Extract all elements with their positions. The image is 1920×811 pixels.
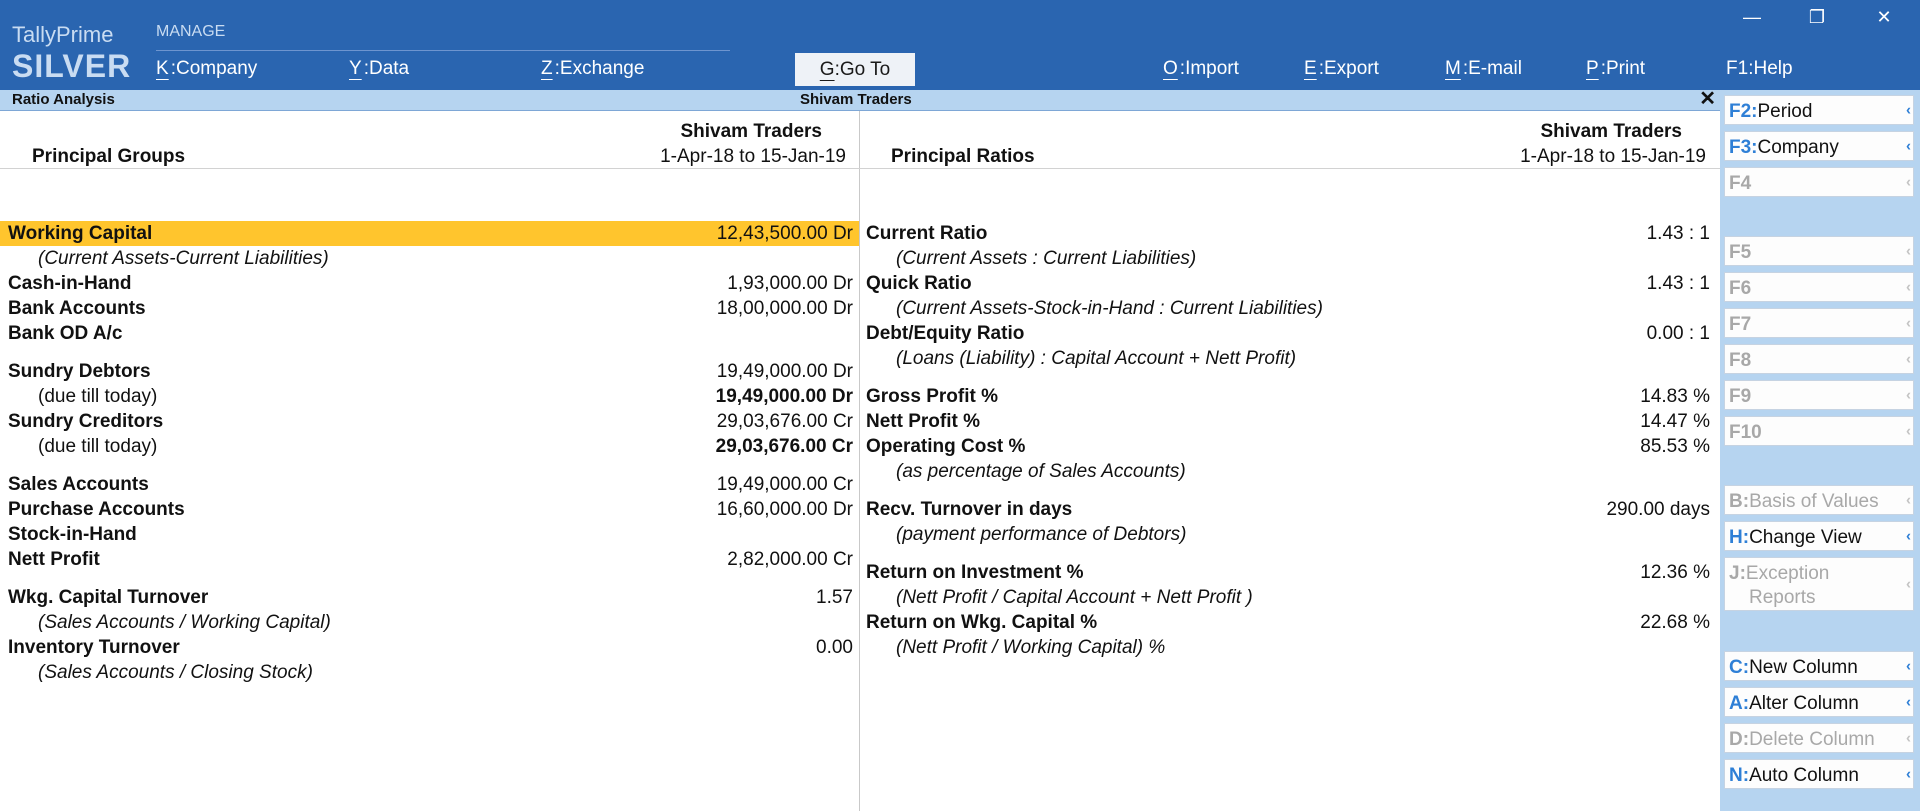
f8-button[interactable]: F8 ‹ [1724, 344, 1914, 374]
chevron-left-icon: ‹ [1906, 657, 1911, 675]
chevron-left-icon: ‹ [1906, 350, 1911, 368]
f6-button[interactable]: F6 ‹ [1724, 272, 1914, 302]
f7-button[interactable]: F7 ‹ [1724, 308, 1914, 338]
left-period: 1-Apr-18 to 15-Jan-19 [660, 146, 846, 167]
row-working-capital-formula: (Current Assets-Current Liabilities) [38, 248, 329, 269]
f3-company-button[interactable]: F3:Company ‹ [1724, 131, 1914, 161]
basis-of-values-button[interactable]: B:Basis of Values ‹ [1724, 485, 1914, 515]
row-current-ratio[interactable]: Current Ratio 1.43 : 1 [858, 221, 1716, 246]
left-company-name: Shivam Traders [680, 121, 822, 142]
row-purchase-accounts[interactable]: Purchase Accounts 16,60,000.00 Dr [0, 497, 859, 522]
row-cash-in-hand[interactable]: Cash-in-Hand 1,93,000.00 Dr [0, 271, 859, 296]
row-inventory-turnover-formula: (Sales Accounts / Closing Stock) [38, 662, 313, 683]
delete-column-button[interactable]: D:Delete Column ‹ [1724, 723, 1914, 753]
chevron-left-icon: ‹ [1906, 693, 1911, 711]
row-nett-profit-pct[interactable]: Nett Profit % 14.47 % [858, 409, 1716, 434]
row-working-capital[interactable]: Working Capital 12,43,500.00 Dr [0, 221, 859, 246]
chevron-left-icon: ‹ [1906, 422, 1911, 440]
row-wkg-capital-turnover[interactable]: Wkg. Capital Turnover 1.57 [0, 585, 859, 610]
chevron-left-icon: ‹ [1906, 575, 1911, 593]
restore-icon[interactable]: ❐ [1797, 4, 1837, 30]
chevron-left-icon: ‹ [1906, 101, 1911, 119]
row-sundry-creditors[interactable]: Sundry Creditors 29,03,676.00 Cr [0, 409, 859, 434]
row-quick-ratio[interactable]: Quick Ratio 1.43 : 1 [858, 271, 1716, 296]
exception-reports-button[interactable]: J:Exception Reports ‹ [1724, 557, 1914, 611]
chevron-left-icon: ‹ [1906, 729, 1911, 747]
menu-data[interactable]: Y:Data [349, 58, 409, 80]
menu-goto[interactable]: G:Go To [795, 53, 915, 86]
chevron-left-icon: ‹ [1906, 314, 1911, 332]
manage-divider [156, 50, 730, 51]
alter-column-button[interactable]: A:Alter Column ‹ [1724, 687, 1914, 717]
row-debtors-due[interactable]: (due till today) 19,49,000.00 Dr [0, 384, 859, 409]
menu-export[interactable]: E:Export [1304, 58, 1379, 80]
row-nett-profit[interactable]: Nett Profit 2,82,000.00 Cr [0, 547, 859, 572]
row-return-on-investment-formula: (Nett Profit / Capital Account + Nett Pr… [896, 587, 1253, 608]
change-view-button[interactable]: H:Change View ‹ [1724, 521, 1914, 551]
row-return-on-wkg-capital-formula: (Nett Profit / Working Capital) % [896, 637, 1166, 658]
row-wkg-capital-turnover-formula: (Sales Accounts / Working Capital) [38, 612, 331, 633]
f9-button[interactable]: F9 ‹ [1724, 380, 1914, 410]
row-debt-equity-formula: (Loans (Liability) : Capital Account + N… [896, 348, 1297, 369]
new-column-button[interactable]: C:New Column ‹ [1724, 651, 1914, 681]
report-body: Shivam Traders 1-Apr-18 to 15-Jan-19 Pri… [0, 111, 1720, 811]
right-company-name: Shivam Traders [1540, 121, 1682, 142]
f10-button[interactable]: F10 ‹ [1724, 416, 1914, 446]
row-bank-od[interactable]: Bank OD A/c [0, 321, 859, 346]
manage-section-label: MANAGE [156, 23, 226, 40]
chevron-left-icon: ‹ [1906, 386, 1911, 404]
row-return-on-wkg-capital[interactable]: Return on Wkg. Capital % 22.68 % [858, 610, 1716, 635]
header-rule [0, 168, 1720, 169]
button-panel: F2:Period ‹ F3:Company ‹ F4 ‹ F5 ‹ F6 ‹ … [1720, 90, 1920, 811]
menu-exchange[interactable]: Z:Exchange [541, 58, 644, 80]
close-report-icon[interactable]: ✕ [1699, 89, 1716, 109]
minimize-icon[interactable]: — [1732, 4, 1772, 30]
row-sales-accounts[interactable]: Sales Accounts 19,49,000.00 Cr [0, 472, 859, 497]
row-bank-accounts[interactable]: Bank Accounts 18,00,000.00 Dr [0, 296, 859, 321]
row-quick-ratio-formula: (Current Assets-Stock-in-Hand : Current … [896, 298, 1323, 319]
f2-period-button[interactable]: F2:Period ‹ [1724, 95, 1914, 125]
f5-button[interactable]: F5 ‹ [1724, 236, 1914, 266]
report-name: Ratio Analysis [12, 91, 115, 108]
close-window-icon[interactable]: ✕ [1864, 4, 1904, 30]
report-title-bar: Ratio Analysis Shivam Traders ✕ [0, 89, 1720, 111]
left-section-title: Principal Groups [32, 146, 186, 167]
chevron-left-icon: ‹ [1906, 765, 1911, 783]
row-stock-in-hand[interactable]: Stock-in-Hand [0, 522, 859, 547]
auto-column-button[interactable]: N:Auto Column ‹ [1724, 759, 1914, 789]
chevron-left-icon: ‹ [1906, 278, 1911, 296]
right-period: 1-Apr-18 to 15-Jan-19 [1520, 146, 1706, 167]
chevron-left-icon: ‹ [1906, 173, 1911, 191]
row-inventory-turnover[interactable]: Inventory Turnover 0.00 [0, 635, 859, 660]
row-recv-turnover[interactable]: Recv. Turnover in days 290.00 days [858, 497, 1716, 522]
chevron-left-icon: ‹ [1906, 491, 1911, 509]
row-gross-profit-pct[interactable]: Gross Profit % 14.83 % [858, 384, 1716, 409]
row-operating-cost-pct[interactable]: Operating Cost % 85.53 % [858, 434, 1716, 459]
chevron-left-icon: ‹ [1906, 527, 1911, 545]
menu-company[interactable]: K:Company [156, 58, 257, 80]
row-debt-equity-ratio[interactable]: Debt/Equity Ratio 0.00 : 1 [858, 321, 1716, 346]
menu-email[interactable]: M:E-mail [1445, 58, 1522, 80]
report-company: Shivam Traders [800, 91, 912, 108]
row-sundry-debtors[interactable]: Sundry Debtors 19,49,000.00 Dr [0, 359, 859, 384]
chevron-left-icon: ‹ [1906, 242, 1911, 260]
top-menu-bar: TallyPrime SILVER MANAGE K:Company Y:Dat… [0, 0, 1920, 90]
row-operating-cost-formula: (as percentage of Sales Accounts) [896, 461, 1186, 482]
right-section-title: Principal Ratios [891, 146, 1035, 167]
row-current-ratio-formula: (Current Assets : Current Liabilities) [896, 248, 1197, 269]
app-name: TallyPrime [12, 22, 114, 47]
row-return-on-investment[interactable]: Return on Investment % 12.36 % [858, 560, 1716, 585]
menu-print[interactable]: P:Print [1586, 58, 1645, 80]
chevron-left-icon: ‹ [1906, 137, 1911, 155]
row-recv-turnover-formula: (payment performance of Debtors) [896, 524, 1187, 545]
row-creditors-due[interactable]: (due till today) 29,03,676.00 Cr [0, 434, 859, 459]
f4-button[interactable]: F4 ‹ [1724, 167, 1914, 197]
menu-help[interactable]: F1:Help [1726, 58, 1793, 80]
menu-import[interactable]: O:Import [1163, 58, 1239, 80]
app-edition: SILVER [12, 48, 132, 84]
